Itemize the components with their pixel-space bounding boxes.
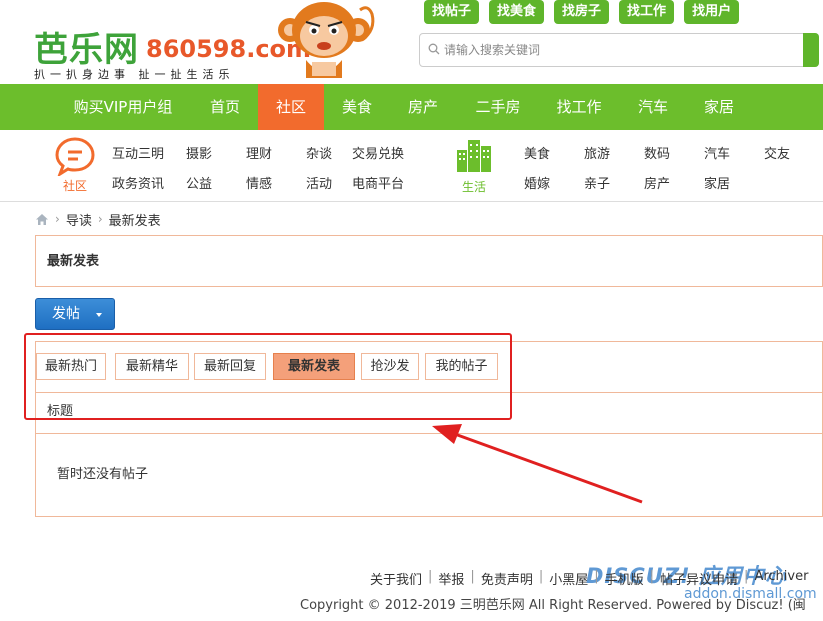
- chevron-right-icon: ›: [97, 212, 103, 226]
- breadcrumb-item-guide[interactable]: 导读: [66, 210, 92, 229]
- quick-link-posts[interactable]: 找帖子: [424, 0, 480, 24]
- nav-item-cars[interactable]: 汽车: [624, 84, 682, 130]
- new-post-button-label: 发帖: [52, 306, 80, 322]
- sub-link-food[interactable]: 美食: [524, 143, 550, 162]
- sub-link-parenting[interactable]: 亲子: [584, 173, 610, 192]
- sub-link-trade[interactable]: 交易兑换: [352, 143, 404, 162]
- home-icon[interactable]: [35, 213, 49, 226]
- sub-link-wedding[interactable]: 婚嫁: [524, 173, 550, 192]
- search-input[interactable]: [444, 41, 784, 59]
- nav-item-home-decor[interactable]: 家居: [690, 84, 748, 130]
- footer-links: 关于我们 | 举报 | 免责声明 | 小黑屋 | 手机版 | 帖子异议申请 | Archiv…: [370, 569, 809, 588]
- sub-link-finance[interactable]: 理财: [246, 143, 272, 162]
- logo-slogan: 扒一扒身边事 扯一扯生活乐: [34, 68, 235, 81]
- nav-item-home[interactable]: 首页: [194, 84, 256, 130]
- copyright-text: Copyright © 2012-2019 三明芭乐网 All Right Re…: [300, 598, 806, 613]
- chevron-right-icon: ›: [55, 212, 60, 226]
- community-category-label: 社区: [62, 179, 87, 193]
- footer-link-objection[interactable]: 帖子异议申请: [660, 569, 738, 588]
- sub-nav: 社区 互动三明 摄影 理财 杂谈 交易兑换 政务资讯 公益 情感 活动 电商平台…: [0, 130, 823, 202]
- sub-link-hudong[interactable]: 互动三明: [112, 143, 164, 162]
- breadcrumb-item-latest[interactable]: 最新发表: [109, 210, 161, 229]
- sub-link-emotion[interactable]: 情感: [246, 173, 272, 192]
- sub-link-home-decor[interactable]: 家居: [704, 173, 730, 192]
- caret-down-icon: [96, 313, 102, 317]
- search-button[interactable]: [803, 33, 819, 67]
- sub-link-gov[interactable]: 政务资讯: [112, 173, 164, 192]
- sub-link-travel[interactable]: 旅游: [584, 143, 610, 162]
- search-box: [419, 33, 819, 67]
- life-category-label: 生活: [461, 180, 486, 194]
- nav-item-food[interactable]: 美食: [328, 84, 386, 130]
- annotation-highlight-box: [24, 333, 512, 420]
- footer-link-about[interactable]: 关于我们: [370, 569, 422, 588]
- footer-link-disclaimer[interactable]: 免责声明: [481, 569, 533, 588]
- chat-bubble-icon: [55, 137, 95, 178]
- empty-state-text: 暂时还没有帖子: [57, 467, 149, 482]
- nav-item-realestate[interactable]: 房产: [394, 84, 452, 130]
- nav-item-secondhand[interactable]: 二手房: [464, 84, 532, 130]
- nav-item-jobs[interactable]: 找工作: [544, 84, 614, 130]
- sub-link-activity[interactable]: 活动: [306, 173, 332, 192]
- sub-link-cars[interactable]: 汽车: [704, 143, 730, 162]
- breadcrumb: › 导读 › 最新发表: [35, 210, 161, 229]
- city-buildings-icon: [457, 140, 491, 172]
- logo-text-cn: 芭乐网: [34, 30, 139, 70]
- site-header: 芭乐网 860598.com 扒一扒身边事 扯一扯生活乐 找帖子 找美食 找房子…: [0, 0, 823, 84]
- footer-link-archiver[interactable]: Archiver: [754, 569, 808, 588]
- quick-link-food[interactable]: 找美食: [489, 0, 545, 24]
- footer-link-mobile[interactable]: 手机版: [605, 569, 644, 588]
- quick-link-users[interactable]: 找用户: [684, 0, 740, 24]
- sub-link-charity[interactable]: 公益: [186, 173, 212, 192]
- quick-links: 找帖子 找美食 找房子 找工作 找用户: [424, 0, 740, 24]
- nav-item-buy-vip[interactable]: 购买VIP用户组: [58, 84, 188, 130]
- page-title: 最新发表: [47, 254, 100, 269]
- community-category[interactable]: 社区: [54, 136, 96, 194]
- search-icon: [428, 43, 440, 55]
- new-post-button[interactable]: 发帖: [35, 298, 115, 330]
- sub-link-digital[interactable]: 数码: [644, 143, 670, 162]
- sub-link-photo[interactable]: 摄影: [186, 143, 212, 162]
- sub-link-ecommerce[interactable]: 电商平台: [352, 173, 404, 192]
- footer-link-blacklist[interactable]: 小黑屋: [549, 569, 588, 588]
- page-title-box: 最新发表: [35, 235, 823, 287]
- sub-link-dating[interactable]: 交友: [764, 143, 790, 162]
- sub-link-realestate[interactable]: 房产: [644, 173, 670, 192]
- life-category[interactable]: 生活: [455, 138, 493, 195]
- quick-link-house[interactable]: 找房子: [554, 0, 610, 24]
- footer-link-report[interactable]: 举报: [438, 569, 464, 588]
- monkey-mascot-icon: [278, 2, 375, 78]
- nav-item-community[interactable]: 社区: [258, 84, 324, 130]
- sub-link-chat[interactable]: 杂谈: [306, 143, 332, 162]
- main-nav: 购买VIP用户组 首页 社区 美食 房产 二手房 找工作 汽车 家居: [0, 84, 823, 130]
- quick-link-jobs[interactable]: 找工作: [619, 0, 675, 24]
